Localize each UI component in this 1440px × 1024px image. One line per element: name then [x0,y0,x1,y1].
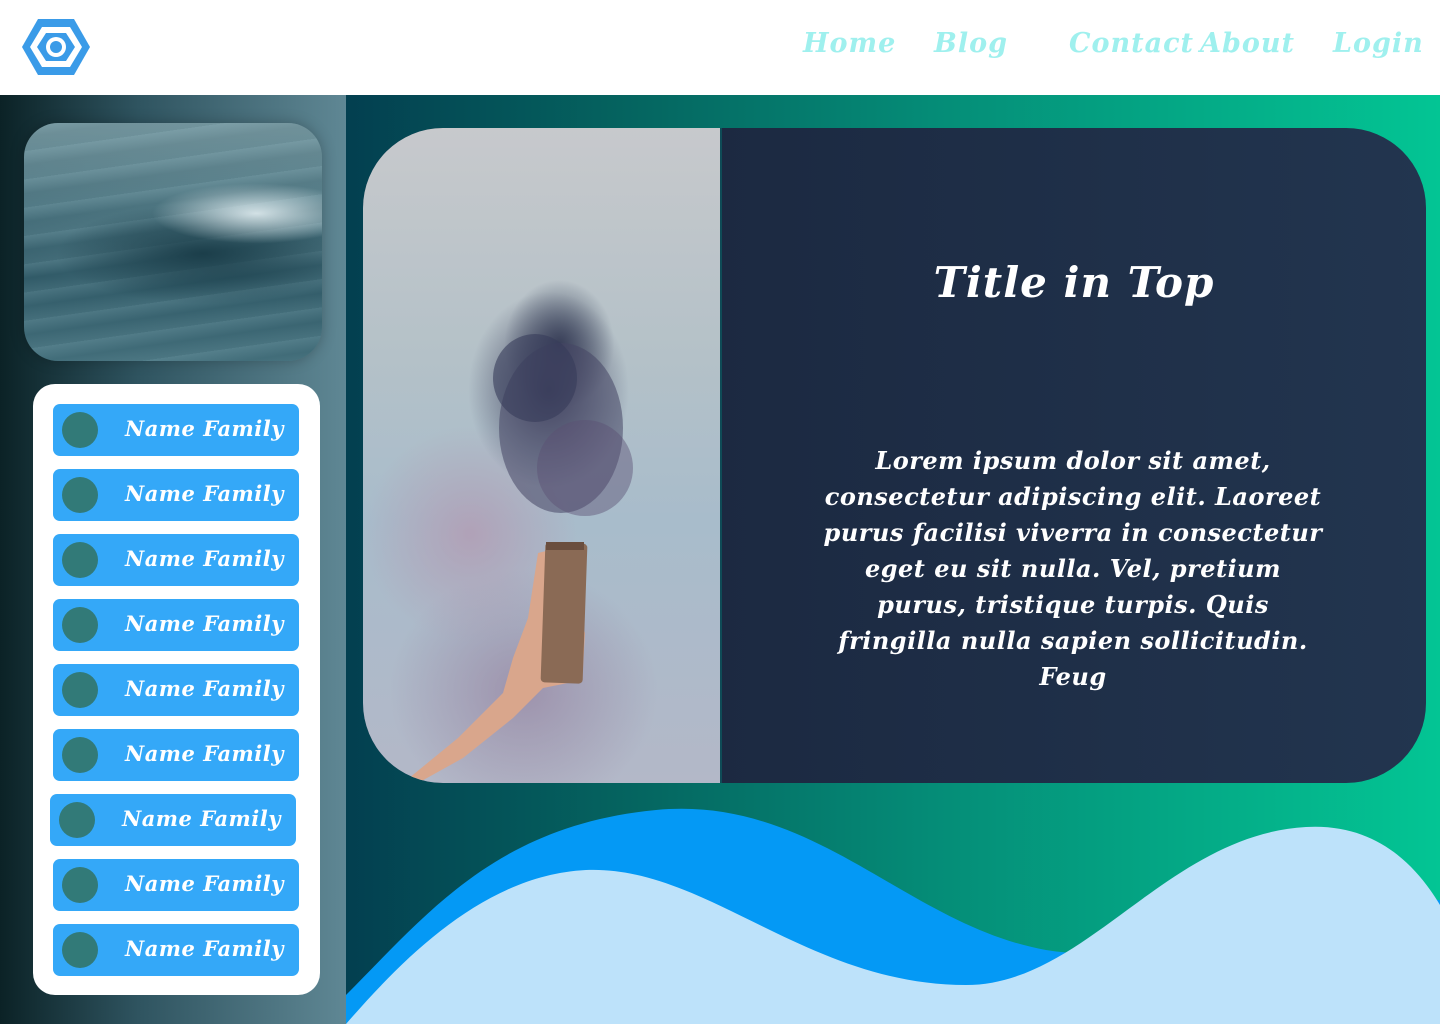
avatar [59,802,95,838]
nav-about-link[interactable]: About [1200,28,1295,59]
name-label: Name Family [125,481,284,506]
name-label: Name Family [125,416,284,441]
name-list-item[interactable]: Name Family [50,794,296,846]
name-label: Name Family [125,611,284,636]
name-label: Name Family [125,676,284,701]
name-list-item[interactable]: Name Family [53,534,299,586]
avatar [62,607,98,643]
feature-card: Title in Top Lorem ipsum dolor sit amet,… [363,128,1426,783]
avatar [62,542,98,578]
name-label: Name Family [125,936,284,961]
nav-login-link[interactable]: Login [1333,28,1424,59]
top-navbar: Home Blog Contact About Login [0,0,1440,95]
ocean-wave-photo [24,123,322,361]
main-content: Title in Top Lorem ipsum dolor sit amet,… [346,95,1440,1024]
name-list-item[interactable]: Name Family [53,924,299,976]
name-list-item[interactable]: Name Family [53,599,299,651]
avatar [62,412,98,448]
avatar [62,477,98,513]
smoke-bomb-photo [363,128,720,783]
decorative-waves [346,808,1440,1024]
card-body-text: Lorem ipsum dolor sit amet, consectetur … [823,446,1323,691]
name-list-item[interactable]: Name Family [53,469,299,521]
card-divider [720,128,722,783]
hand-holding-smoke-illustration [403,334,633,783]
nav-blog-link[interactable]: Blog [934,28,1008,59]
name-label: Name Family [125,741,284,766]
avatar [62,867,98,903]
name-list-item[interactable]: Name Family [53,859,299,911]
name-list-item[interactable]: Name Family [53,664,299,716]
avatar [62,932,98,968]
avatar [62,737,98,773]
name-list-panel: Name Family Name Family Name Family Name… [33,384,320,995]
name-list-item[interactable]: Name Family [53,404,299,456]
nav-contact-link[interactable]: Contact [1069,28,1194,59]
name-label: Name Family [125,871,284,896]
card-title: Title in Top [933,258,1215,307]
nav-home-link[interactable]: Home [803,28,896,59]
name-label: Name Family [122,806,281,831]
name-list-item[interactable]: Name Family [53,729,299,781]
hexagon-logo-icon[interactable] [20,16,92,78]
avatar [62,672,98,708]
name-label: Name Family [125,546,284,571]
sidebar: Name Family Name Family Name Family Name… [0,95,346,1024]
